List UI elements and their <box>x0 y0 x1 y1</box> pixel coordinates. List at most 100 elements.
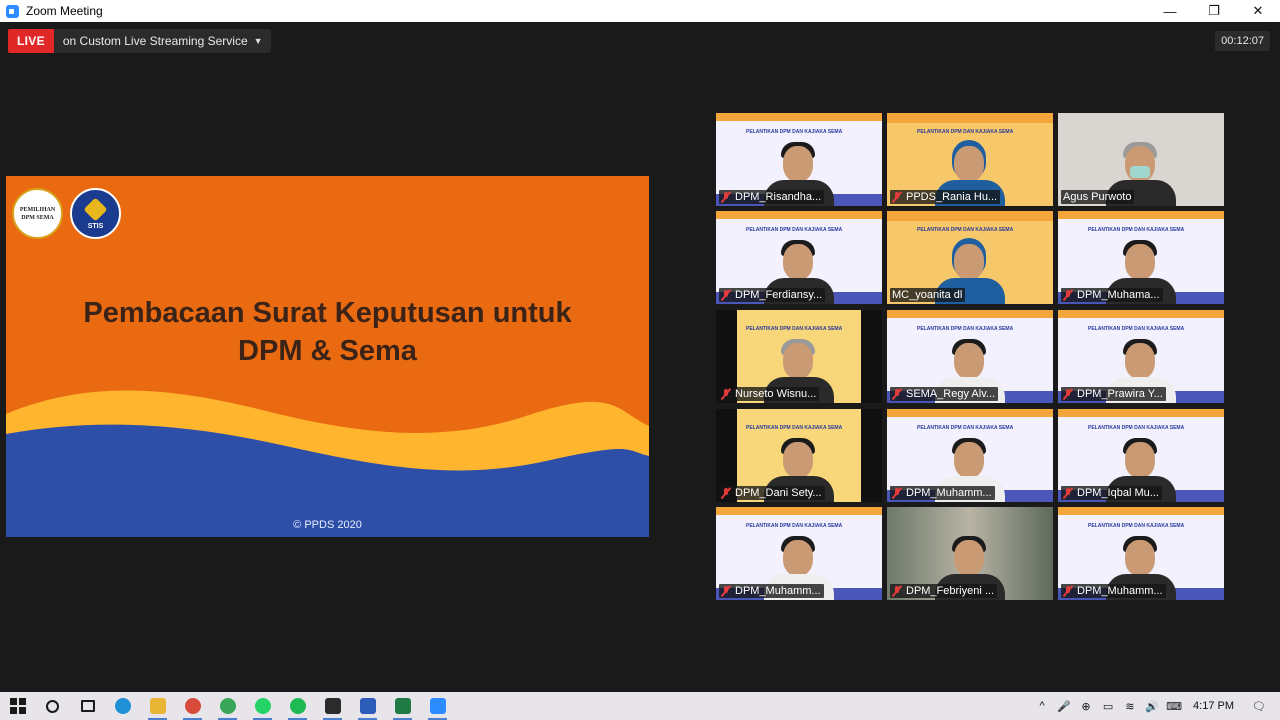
microphone-muted-icon <box>721 487 731 499</box>
excel-icon <box>394 698 411 714</box>
keyboard-icon[interactable]: ⌨ <box>1163 692 1185 720</box>
participant-tile[interactable]: Agus Purwoto <box>1058 113 1224 206</box>
virtual-background-text: PELANTIKAN DPM DAN KAJIAKA SEMA <box>917 227 1014 233</box>
sticky-notes-icon <box>324 698 341 714</box>
participant-tile[interactable]: PELANTIKAN DPM DAN KAJIAKA SEMA SEMA_Regy… <box>887 310 1053 403</box>
chrome-taskbar-button[interactable] <box>210 692 245 720</box>
wifi-icon[interactable]: ≋ <box>1119 692 1141 720</box>
participant-tile[interactable]: PELANTIKAN DPM DAN KAJIAKA SEMA DPM_Muham… <box>716 507 882 600</box>
excel-taskbar-button[interactable] <box>385 692 420 720</box>
security-icon[interactable]: ⊕ <box>1075 692 1097 720</box>
search-icon <box>46 699 59 713</box>
system-tray: ^ 🎤 ⊕ ▭ ≋ 🔊 ⌨ 4:17 PM 🗨 <box>1031 692 1280 720</box>
participant-name-tag: Nurseto Wisnu... <box>719 387 820 401</box>
close-button[interactable]: ✕ <box>1236 0 1280 22</box>
participant-name: DPM_Muhama... <box>1077 289 1160 301</box>
restore-button[interactable]: ❐ <box>1192 0 1236 22</box>
participant-tile[interactable]: PELANTIKAN DPM DAN KAJIAKA SEMA DPM_Muham… <box>1058 211 1224 304</box>
whatsapp-taskbar-button[interactable] <box>245 692 280 720</box>
microphone-muted-icon <box>721 289 731 301</box>
virtual-background-text: PELANTIKAN DPM DAN KAJIAKA SEMA <box>917 129 1014 135</box>
file-explorer-taskbar-button[interactable] <box>140 692 175 720</box>
person-head <box>1125 540 1155 576</box>
virtual-background-text: PELANTIKAN DPM DAN KAJIAKA SEMA <box>917 425 1014 431</box>
spotify-icon <box>289 698 306 714</box>
participant-tile[interactable]: PELANTIKAN DPM DAN KAJIAKA SEMA MC_yoanit… <box>887 211 1053 304</box>
slide-footer: © PPDS 2020 <box>293 519 362 531</box>
participant-name: DPM_Ferdiansy... <box>735 289 823 301</box>
live-badge: LIVE <box>8 29 54 53</box>
meeting-timer: 00:12:07 <box>1215 31 1270 51</box>
file-explorer-icon <box>149 698 166 714</box>
participant-tile[interactable]: PELANTIKAN DPM DAN KAJIAKA SEMA DPM_Dani … <box>716 409 882 502</box>
whatsapp-icon <box>254 698 271 714</box>
microphone-muted-icon <box>721 191 731 203</box>
spotify-taskbar-button[interactable] <box>280 692 315 720</box>
microphone-muted-icon <box>1063 388 1073 400</box>
participant-tile[interactable]: PELANTIKAN DPM DAN KAJIAKA SEMA DPM_Muham… <box>887 409 1053 502</box>
virtual-background-text: PELANTIKAN DPM DAN KAJIAKA SEMA <box>1088 326 1185 332</box>
task-view-taskbar-button[interactable] <box>70 692 105 720</box>
participant-tile[interactable]: DPM_Febriyeni ... <box>887 507 1053 600</box>
volume-icon[interactable]: 🔊 <box>1141 692 1163 720</box>
search-taskbar-button[interactable] <box>35 692 70 720</box>
microphone-muted-icon <box>892 388 902 400</box>
participant-name: DPM_Prawira Y... <box>1077 388 1163 400</box>
participant-name: Nurseto Wisnu... <box>735 388 817 400</box>
notification-icon[interactable]: 🗨 <box>1248 692 1270 720</box>
minimize-button[interactable]: — <box>1148 0 1192 22</box>
chrome-taskbar-button[interactable] <box>175 692 210 720</box>
chrome-icon <box>184 698 201 714</box>
show-hidden-icons-icon[interactable]: ^ <box>1031 692 1053 720</box>
person-head <box>954 146 984 182</box>
slide-title: Pembacaan Surat Keputusan untuk DPM & Se… <box>83 297 572 367</box>
word-taskbar-button[interactable] <box>350 692 385 720</box>
person-head <box>1125 343 1155 379</box>
participant-name-tag: DPM_Risandha... <box>719 190 825 204</box>
person-head <box>954 244 984 280</box>
participant-name: PPDS_Rania Hu... <box>906 191 998 203</box>
person-head <box>1125 146 1155 182</box>
person-head <box>783 146 813 182</box>
participant-tile[interactable]: PELANTIKAN DPM DAN KAJIAKA SEMA DPM_Risan… <box>716 113 882 206</box>
zoom-app-icon <box>6 4 19 18</box>
window-controls: — ❐ ✕ <box>1148 0 1280 22</box>
virtual-background-text: PELANTIKAN DPM DAN KAJIAKA SEMA <box>1088 523 1185 529</box>
microphone-muted-icon <box>1063 487 1073 499</box>
participant-name: SEMA_Regy Alv... <box>906 388 996 400</box>
person-head <box>954 442 984 478</box>
participant-tile[interactable]: PELANTIKAN DPM DAN KAJIAKA SEMA DPM_Prawi… <box>1058 310 1224 403</box>
virtual-background-text: PELANTIKAN DPM DAN KAJIAKA SEMA <box>746 326 843 332</box>
taskbar-apps <box>0 692 455 720</box>
participant-name-tag: MC_yoanita dl <box>890 288 966 302</box>
microphone-icon[interactable]: 🎤 <box>1053 692 1075 720</box>
clock[interactable]: 4:17 PM <box>1185 700 1248 712</box>
participant-name: DPM_Febriyeni ... <box>906 585 995 597</box>
zoom-taskbar-button[interactable] <box>420 692 455 720</box>
edge-taskbar-button[interactable] <box>105 692 140 720</box>
meeting-stage: LIVE on Custom Live Streaming Service ▼ … <box>0 22 1280 692</box>
person-head <box>783 244 813 280</box>
sticky-notes-taskbar-button[interactable] <box>315 692 350 720</box>
participant-name-tag: SEMA_Regy Alv... <box>890 387 999 401</box>
person-head <box>783 343 813 379</box>
participant-tile[interactable]: PELANTIKAN DPM DAN KAJIAKA SEMA DPM_Muham… <box>1058 507 1224 600</box>
participant-name: DPM_Muhamm... <box>1077 585 1163 597</box>
virtual-background-text: PELANTIKAN DPM DAN KAJIAKA SEMA <box>1088 425 1185 431</box>
participant-tile[interactable]: PELANTIKAN DPM DAN KAJIAKA SEMA Nurseto W… <box>716 310 882 403</box>
task-view-icon <box>80 700 95 712</box>
participant-name-tag: DPM_Muhamm... <box>1061 584 1166 598</box>
participant-tile[interactable]: PELANTIKAN DPM DAN KAJIAKA SEMA DPM_Iqbal… <box>1058 409 1224 502</box>
participant-tile[interactable]: PELANTIKAN DPM DAN KAJIAKA SEMA DPM_Ferdi… <box>716 211 882 304</box>
virtual-background-text: PELANTIKAN DPM DAN KAJIAKA SEMA <box>746 425 843 431</box>
virtual-background-text: PELANTIKAN DPM DAN KAJIAKA SEMA <box>746 523 843 529</box>
battery-icon[interactable]: ▭ <box>1097 692 1119 720</box>
participant-name-tag: DPM_Muhamm... <box>890 486 995 500</box>
pemilihan-dpm-sema-logo: PEMILIHAN DPM SEMA <box>12 188 63 239</box>
window-title: Zoom Meeting <box>26 4 103 18</box>
windows-start-taskbar-button[interactable] <box>0 692 35 720</box>
participant-tile[interactable]: PELANTIKAN DPM DAN KAJIAKA SEMA PPDS_Rani… <box>887 113 1053 206</box>
participant-name-tag: DPM_Ferdiansy... <box>719 288 826 302</box>
live-streaming-dropdown[interactable]: LIVE on Custom Live Streaming Service ▼ <box>8 29 271 53</box>
participant-name: MC_yoanita dl <box>892 289 963 301</box>
